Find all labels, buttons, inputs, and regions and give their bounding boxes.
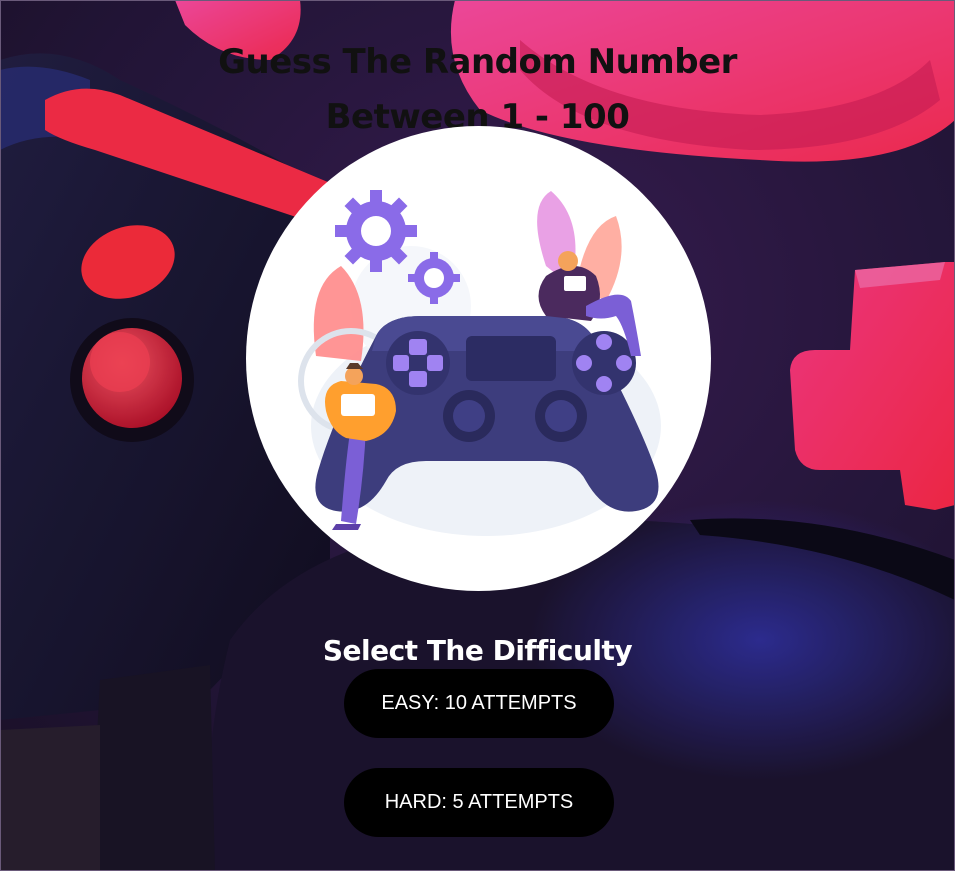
title-line-1: Guess The Random Number	[218, 41, 737, 82]
hard-difficulty-button[interactable]: HARD: 5 ATTEMPTS	[344, 768, 614, 837]
easy-difficulty-button[interactable]: EASY: 10 ATTEMPTS	[344, 669, 614, 738]
difficulty-heading: Select The Difficulty	[322, 634, 633, 668]
gamepad-illustration-icon	[246, 126, 711, 591]
